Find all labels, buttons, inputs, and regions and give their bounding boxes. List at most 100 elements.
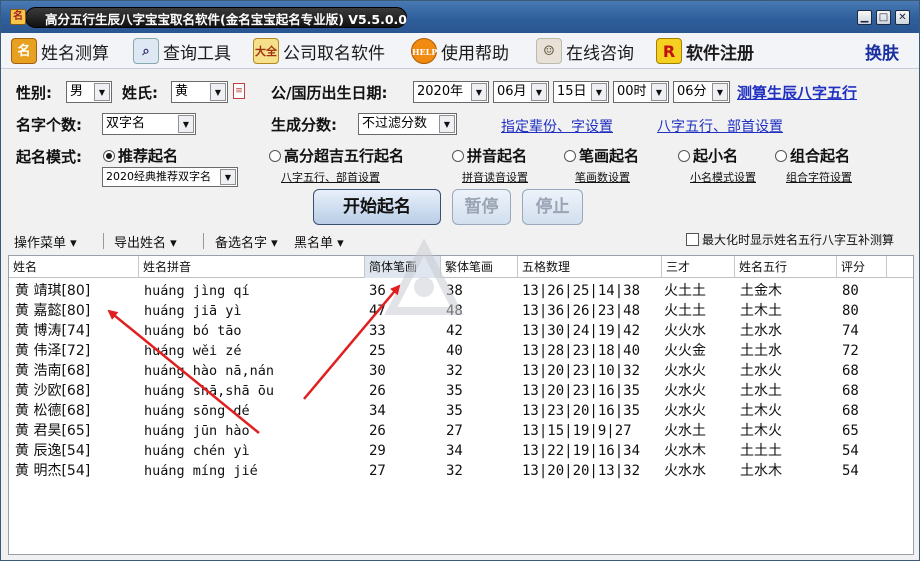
- surname-label: 姓氏:: [122, 84, 158, 102]
- table-row[interactable]: 黄 明杰[54] huáng míng jié 27 32 13|20|20|13|32…: [9, 461, 913, 481]
- title-bar[interactable]: 名 高分五行生辰八字宝宝取名软件(金名宝宝起名专业版) V5.5.0.0 ▁ □…: [1, 1, 919, 33]
- mode-nickname-radio[interactable]: 起小名: [678, 145, 738, 166]
- chevron-down-icon: ▼: [178, 115, 194, 133]
- mode-pinyin-radio[interactable]: 拼音起名: [452, 145, 527, 166]
- operation-menu[interactable]: 操作菜单 ▾: [14, 232, 77, 251]
- radio-circle: [678, 149, 690, 162]
- cell-score: 72: [842, 343, 859, 359]
- cell-pinyin: huáng jūn hào: [144, 423, 250, 439]
- table-row[interactable]: 黄 辰逸[54] huáng chén yì 29 34 13|22|19|16|34 火…: [9, 441, 913, 461]
- cell-simplified-strokes: 26: [369, 423, 386, 439]
- caret-down-icon: ▾: [70, 236, 77, 251]
- nickname-setting-sublink[interactable]: 小名模式设置: [690, 169, 756, 185]
- toolbar: 名 姓名测算 ⌕ 查询工具 大全 公司取名软件 HELP 使用帮助 ☺ 在线咨询…: [1, 33, 919, 69]
- naming-form: 性别: 男 ▼ 姓氏: 黄 ▼ ≡ 公/国历出生日期: 2020年 ▼ 06月 ▼ 15…: [1, 69, 919, 229]
- cell-pinyin: huáng shā,shā ōu: [144, 383, 275, 399]
- radio-label: 推荐起名: [118, 147, 179, 165]
- table-row[interactable]: 黄 博涛[74] huáng bó tāo 33 42 13|30|24|19|42 火火…: [9, 321, 913, 341]
- cell-name: 黄 沙欧[68]: [15, 383, 91, 399]
- combo-setting-sublink[interactable]: 组合字符设置: [786, 169, 852, 185]
- mode-recommend-radio[interactable]: 推荐起名: [103, 145, 178, 166]
- cell-simplified-strokes: 34: [369, 403, 386, 419]
- menu-label: 导出姓名: [114, 236, 167, 251]
- radio-circle: [775, 149, 787, 162]
- cell-five-grid: 13|28|23|18|40: [522, 343, 641, 359]
- cell-name-wuxing: 土木土: [740, 303, 782, 319]
- name-count-value: 双字名: [106, 116, 146, 131]
- minimize-button[interactable]: ▁: [857, 10, 872, 25]
- cell-simplified-strokes: 27: [369, 463, 386, 479]
- cell-three-talents: 火水水: [664, 463, 706, 479]
- blacklist-menu[interactable]: 黑名单 ▾: [294, 232, 344, 251]
- year-select[interactable]: 2020年 ▼: [413, 81, 489, 103]
- hour-select[interactable]: 00时 ▼: [613, 81, 669, 103]
- toolbar-company-naming[interactable]: 大全 公司取名软件: [253, 33, 385, 69]
- export-menu[interactable]: 导出姓名 ▾: [114, 232, 177, 251]
- cell-traditional-strokes: 40: [446, 343, 463, 359]
- toolbar-help[interactable]: HELP 使用帮助: [411, 33, 509, 69]
- radio-circle: [269, 149, 281, 162]
- table-row[interactable]: 黄 沙欧[68] huáng shā,shā ōu 26 35 13|20|23|16|…: [9, 381, 913, 401]
- radio-circle: [564, 149, 576, 162]
- stroke-setting-sublink[interactable]: 笔画数设置: [575, 169, 630, 185]
- pause-button[interactable]: 暂停: [452, 189, 511, 225]
- wuxing-display-toggle[interactable]: 最大化时显示姓名五行八字互补测算: [686, 231, 894, 248]
- calc-bazi-link[interactable]: 测算生辰八字五行: [737, 82, 857, 103]
- cell-five-grid: 13|15|19|9|27: [522, 423, 632, 439]
- table-row[interactable]: 黄 浩南[68] huáng hào nā,nán 30 32 13|20|23|10|…: [9, 361, 913, 381]
- stop-button[interactable]: 停止: [522, 189, 583, 225]
- hour-value: 00时: [617, 84, 647, 99]
- year-value: 2020年: [417, 84, 464, 99]
- toolbar-online-consult[interactable]: ☺ 在线咨询: [536, 33, 634, 69]
- toolbar-register[interactable]: R 软件注册: [656, 33, 754, 69]
- toolbar-naming-test[interactable]: 名 姓名测算: [11, 33, 109, 69]
- bazi-setting-sublink[interactable]: 八字五行、部首设置: [281, 169, 380, 185]
- mode-high-score-radio[interactable]: 高分超吉五行起名: [269, 145, 404, 166]
- table-row[interactable]: 黄 伟泽[72] huáng wěi zé 25 40 13|28|23|18|40 火火…: [9, 341, 913, 361]
- cell-score: 74: [842, 323, 859, 339]
- col-header-score[interactable]: 评分: [837, 256, 887, 278]
- notes-icon[interactable]: ≡: [233, 83, 245, 99]
- cell-pinyin: huáng jiā yì: [144, 303, 242, 319]
- cell-five-grid: 13|20|20|13|32: [522, 463, 641, 479]
- table-row[interactable]: 黄 松德[68] huáng sōng dé 34 35 13|23|20|16|35 火…: [9, 401, 913, 421]
- surname-select[interactable]: 黄 ▼: [171, 81, 228, 103]
- cell-pinyin: huáng bó tāo: [144, 323, 242, 339]
- naming-icon: 名: [11, 38, 37, 64]
- cell-three-talents: 火火金: [664, 343, 706, 359]
- bazi-radical-setting-link[interactable]: 八字五行、部首设置: [657, 116, 783, 136]
- gender-value: 男: [70, 84, 84, 99]
- score-value: 不过滤分数: [362, 116, 428, 131]
- pinyin-setting-sublink[interactable]: 拼音读音设置: [462, 169, 528, 185]
- recommend-select[interactable]: 2020经典推荐双字名 ▼: [102, 167, 238, 187]
- score-label: 生成分数:: [271, 116, 337, 134]
- gender-select[interactable]: 男 ▼: [66, 81, 112, 103]
- month-select[interactable]: 06月 ▼: [493, 81, 549, 103]
- cell-name: 黄 靖琪[80]: [15, 283, 91, 299]
- col-header-five-grid[interactable]: 五格数理: [518, 256, 662, 278]
- name-count-select[interactable]: 双字名 ▼: [102, 113, 196, 135]
- col-header-three-talents[interactable]: 三才: [662, 256, 735, 278]
- col-header-name[interactable]: 姓名: [9, 256, 139, 278]
- birth-date-label: 公/国历出生日期:: [271, 84, 388, 102]
- generation-setting-link[interactable]: 指定辈份、字设置: [501, 116, 613, 136]
- close-button[interactable]: ✕: [895, 10, 910, 25]
- mode-stroke-radio[interactable]: 笔画起名: [564, 145, 639, 166]
- mode-combo-radio[interactable]: 组合起名: [775, 145, 850, 166]
- col-header-name-wuxing[interactable]: 姓名五行: [735, 256, 837, 278]
- toolbar-query-tools[interactable]: ⌕ 查询工具: [133, 33, 231, 69]
- score-select[interactable]: 不过滤分数 ▼: [358, 113, 457, 135]
- cell-name-wuxing: 土水火: [740, 363, 782, 379]
- chevron-down-icon: ▼: [471, 83, 487, 101]
- day-select[interactable]: 15日 ▼: [553, 81, 609, 103]
- candidate-menu[interactable]: 备选名字 ▾: [215, 232, 278, 251]
- minute-select[interactable]: 06分 ▼: [673, 81, 730, 103]
- caret-down-icon: ▾: [271, 236, 278, 251]
- start-naming-button[interactable]: 开始起名: [313, 189, 441, 225]
- checkbox-icon[interactable]: [686, 233, 699, 246]
- maximize-button[interactable]: □: [876, 10, 891, 25]
- table-row[interactable]: 黄 君昊[65] huáng jūn hào 26 27 13|15|19|9|27 火水…: [9, 421, 913, 441]
- col-header-pinyin[interactable]: 姓名拼音: [139, 256, 365, 278]
- cell-simplified-strokes: 26: [369, 383, 386, 399]
- skin-button[interactable]: 换肤: [865, 33, 899, 69]
